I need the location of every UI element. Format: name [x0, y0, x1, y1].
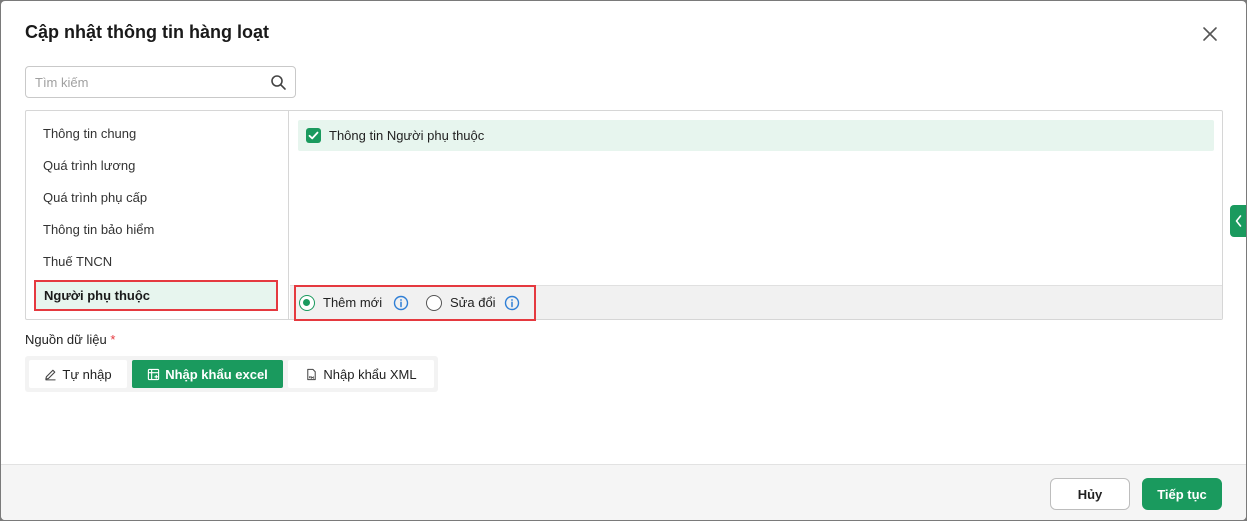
search-icon[interactable]	[270, 74, 287, 91]
sidebar-item-insurance-info[interactable]: Thông tin bảo hiểm	[43, 222, 154, 237]
dependents-info-label: Thông tin Người phụ thuộc	[329, 128, 485, 143]
mode-bar: Thêm mới Sửa đổi	[290, 285, 1222, 321]
info-icon[interactable]	[393, 295, 409, 311]
category-sidebar: Thông tin chung Quá trình lương Quá trìn…	[26, 111, 289, 319]
add-new-radio[interactable]	[299, 295, 315, 311]
import-xml-button[interactable]: Nhập khẩu XML	[288, 360, 434, 388]
side-panel-toggle[interactable]	[1230, 205, 1246, 237]
import-excel-label: Nhập khẩu excel	[165, 366, 268, 382]
manual-entry-label: Tự nhập	[62, 366, 112, 382]
required-mark: *	[110, 332, 116, 347]
data-source-text: Nguồn dữ liệu	[25, 332, 107, 347]
sidebar-item-salary-history[interactable]: Quá trình lương	[43, 158, 135, 173]
sidebar-item-dependents[interactable]: Người phụ thuộc	[34, 280, 278, 311]
info-icon[interactable]	[504, 295, 520, 311]
bulk-update-dialog: Cập nhật thông tin hàng loạt Thông tin c…	[1, 1, 1246, 520]
continue-button[interactable]: Tiếp tục	[1142, 478, 1222, 510]
search-input[interactable]	[26, 67, 262, 97]
sidebar-item-allowance-history[interactable]: Quá trình phụ cấp	[43, 190, 147, 205]
mode-selector: Thêm mới Sửa đổi	[294, 285, 536, 321]
manual-entry-button[interactable]: Tự nhập	[29, 360, 127, 388]
excel-icon	[148, 368, 160, 380]
import-excel-button[interactable]: Nhập khẩu excel	[132, 360, 283, 388]
dependents-info-row[interactable]: Thông tin Người phụ thuộc	[298, 120, 1214, 151]
dialog-footer: Hủy Tiếp tục	[1, 464, 1246, 520]
dependents-info-checkbox[interactable]	[306, 128, 321, 143]
sidebar-item-personal-income-tax[interactable]: Thuế TNCN	[43, 254, 112, 269]
modify-label[interactable]: Sửa đổi	[450, 295, 496, 310]
checkmark-icon	[308, 131, 319, 140]
xml-file-icon	[307, 368, 317, 380]
chevron-left-icon	[1235, 215, 1242, 227]
sidebar-item-general-info[interactable]: Thông tin chung	[43, 126, 136, 141]
cancel-button[interactable]: Hủy	[1050, 478, 1130, 510]
data-source-label: Nguồn dữ liệu *	[25, 332, 115, 347]
dialog-title: Cập nhật thông tin hàng loạt	[25, 22, 269, 42]
category-panel: Thông tin chung Quá trình lương Quá trìn…	[25, 110, 1223, 321]
edit-icon	[45, 369, 57, 380]
add-new-label[interactable]: Thêm mới	[323, 295, 382, 310]
category-content: Thông tin Người phụ thuộc Thêm mới Sửa đ…	[290, 111, 1222, 321]
close-icon[interactable]	[1199, 23, 1221, 45]
modify-radio[interactable]	[426, 295, 442, 311]
data-source-selector: Tự nhập Nhập khẩu excel Nhập khẩu XML	[25, 356, 438, 392]
import-xml-label: Nhập khẩu XML	[323, 366, 417, 382]
search-box	[25, 66, 296, 98]
